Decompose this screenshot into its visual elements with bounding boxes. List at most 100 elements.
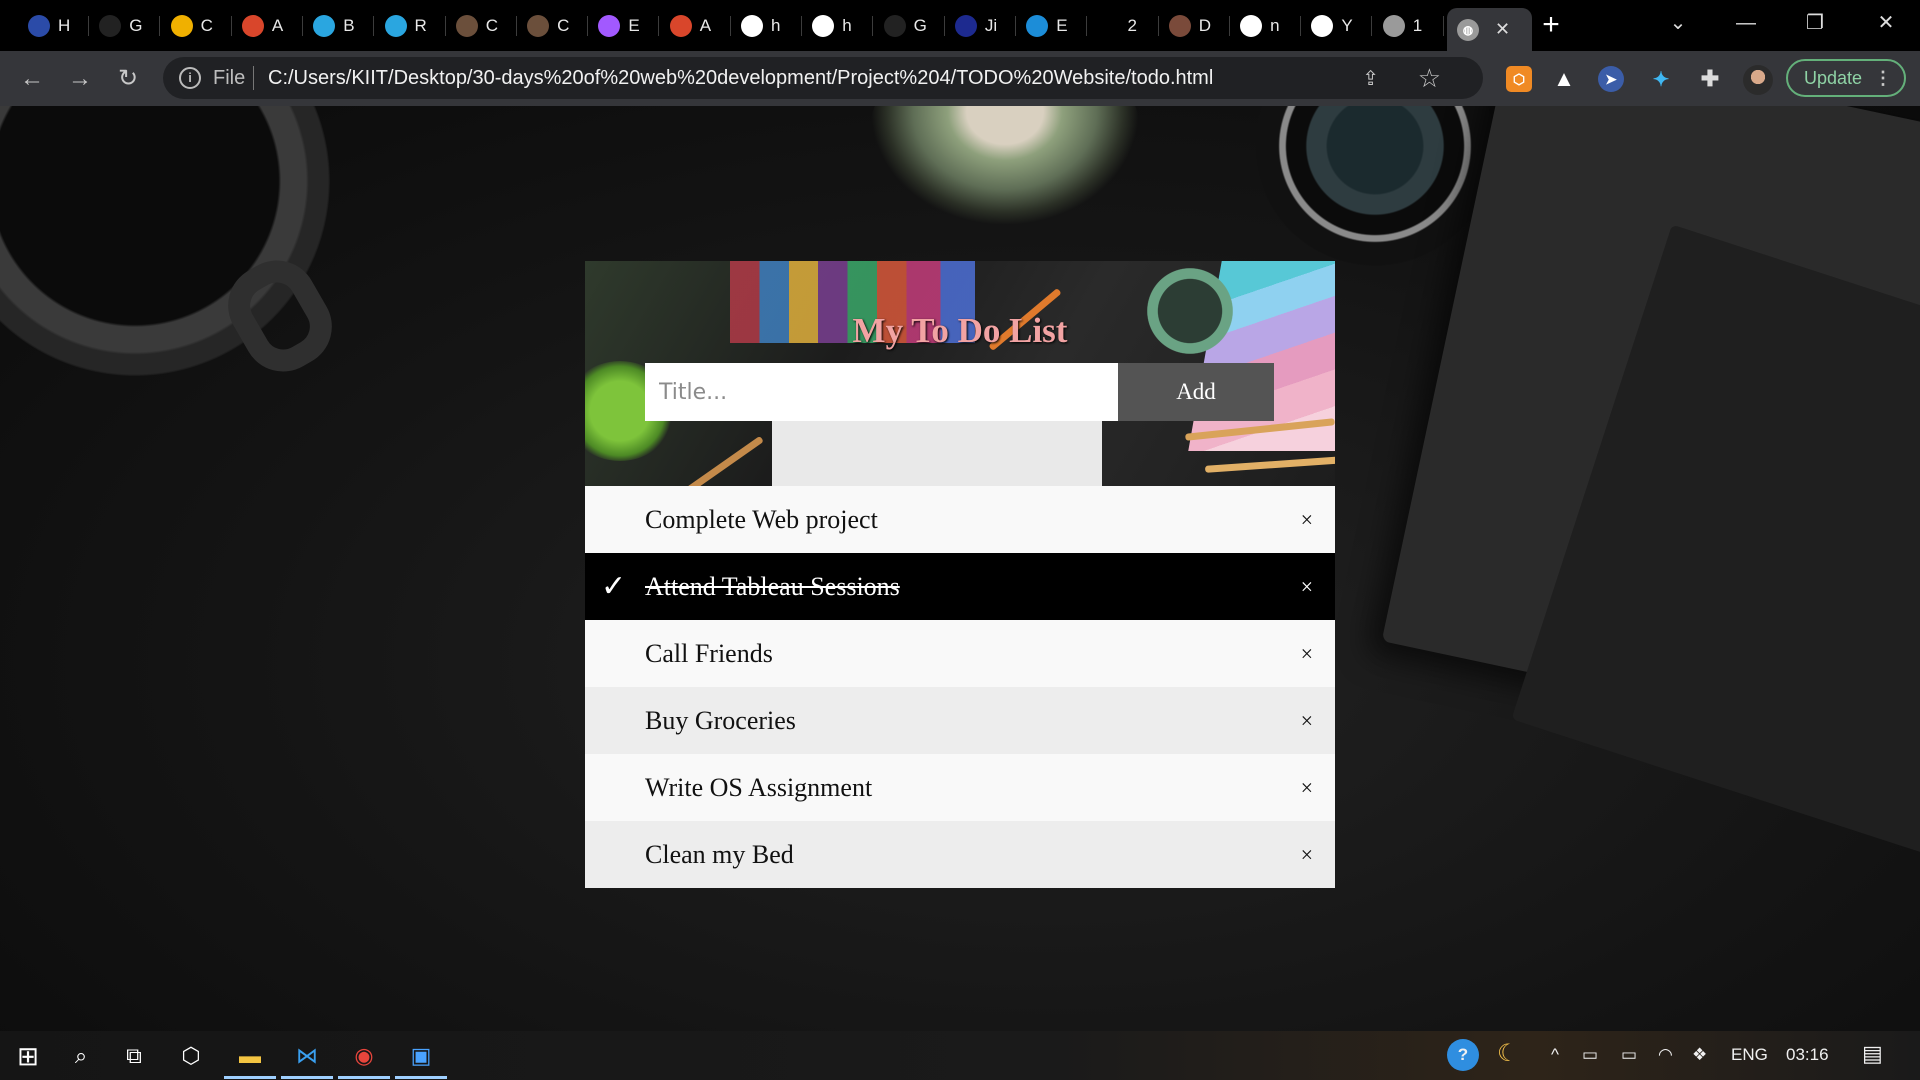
tab-title: R — [414, 16, 427, 35]
tab-title: h — [842, 16, 852, 35]
menu-dots-icon[interactable]: ⋮ — [1874, 61, 1892, 95]
github-icon — [741, 15, 763, 37]
restore-icon[interactable]: ❐ — [1795, 8, 1835, 38]
circle-icon — [1097, 15, 1120, 37]
close-window-icon[interactable]: ✕ — [1866, 8, 1906, 38]
dropbox-icon[interactable]: ❖ — [1692, 1045, 1707, 1065]
browser-tab[interactable]: 1 — [1373, 8, 1444, 44]
browser-tab[interactable]: D — [1159, 8, 1230, 44]
address-bar[interactable]: i File C:/Users/KIIT/Desktop/30-days%20o… — [163, 57, 1483, 99]
search-icon[interactable]: ⌕ — [65, 1040, 97, 1072]
header-pencil-2 — [1204, 456, 1335, 473]
new-tab-button[interactable]: + — [1535, 10, 1567, 42]
todo-item[interactable]: Clean my Bed × — [585, 821, 1335, 888]
title-input[interactable] — [645, 363, 1118, 421]
photos-icon[interactable]: ▣ — [405, 1040, 437, 1072]
profile-avatar[interactable] — [1743, 65, 1773, 95]
todo-header: My To Do List Add — [585, 261, 1335, 486]
browser-tab[interactable]: Ji — [945, 8, 1016, 44]
browser-tab[interactable]: G — [874, 8, 945, 44]
scheme-label: File — [213, 67, 246, 89]
browser-tab[interactable]: C — [161, 8, 232, 44]
add-button[interactable]: Add — [1118, 363, 1274, 421]
browser-tab[interactable]: C — [517, 8, 589, 44]
browser-tab[interactable]: h — [802, 8, 874, 44]
battery-icon[interactable]: ▭ — [1621, 1045, 1637, 1065]
app-icon — [28, 15, 50, 37]
todo-item[interactable]: Buy Groceries × — [585, 687, 1335, 754]
tab-title: D — [1198, 16, 1212, 35]
wifi-icon[interactable]: ◠ — [1658, 1045, 1673, 1065]
canva-icon — [313, 15, 336, 37]
display-icon[interactable]: ▭ — [1582, 1045, 1598, 1065]
github-icon — [1311, 15, 1334, 37]
puzzle-icon[interactable]: ✚ — [1697, 66, 1723, 92]
tab-title: Y — [1341, 16, 1353, 35]
browser-tab[interactable]: E — [1016, 8, 1088, 44]
windows-start-icon[interactable]: ⊞ — [12, 1040, 44, 1072]
delete-item-icon[interactable]: × — [1301, 687, 1313, 754]
browser-tab[interactable]: H — [18, 8, 89, 44]
browser-tab[interactable]: R — [375, 8, 446, 44]
tab-title: Ji — [984, 16, 998, 35]
notifications-icon[interactable]: ▤ — [1862, 1041, 1883, 1067]
minimize-icon[interactable]: — — [1726, 8, 1766, 38]
browser-tab[interactable]: G — [89, 8, 161, 44]
vscode-icon[interactable]: ⋈ — [291, 1040, 323, 1072]
file-explorer-icon[interactable]: ▬ — [234, 1040, 266, 1072]
triangle-extension-icon[interactable]: ▲ — [1551, 66, 1577, 92]
vscode-indicator — [281, 1076, 333, 1079]
weather-moon-icon[interactable]: ☾ — [1497, 1039, 1519, 1068]
cc-icon — [527, 15, 550, 37]
todo-item[interactable]: Call Friends × — [585, 620, 1335, 687]
delete-item-icon[interactable]: × — [1301, 553, 1313, 620]
browser-tab[interactable]: C — [446, 8, 517, 44]
cube-app-icon[interactable]: ⬡ — [175, 1040, 207, 1072]
todo-item-text: Call Friends — [645, 639, 773, 668]
tab-title: C — [200, 16, 213, 35]
header-pencil-3 — [686, 435, 764, 486]
cursor-extension-icon[interactable]: ➤ — [1598, 66, 1624, 92]
address-divider — [253, 66, 254, 90]
info-icon[interactable]: i — [179, 67, 201, 89]
task-view-icon[interactable]: ⧉ — [118, 1040, 150, 1072]
delete-item-icon[interactable]: × — [1301, 486, 1313, 553]
todo-item[interactable]: Write OS Assignment × — [585, 754, 1335, 821]
chrome-icon[interactable]: ◉ — [348, 1040, 380, 1072]
active-tab[interactable]: ◍ ✕ — [1447, 8, 1532, 51]
browser-tab[interactable]: E — [588, 8, 660, 44]
clock[interactable]: 03:16 — [1786, 1045, 1829, 1065]
todo-item-text: Clean my Bed — [645, 840, 794, 869]
browser-tab[interactable]: n — [1230, 8, 1302, 44]
browser-tab[interactable]: A — [232, 8, 303, 44]
tab-title: h — [771, 16, 781, 35]
todo-item[interactable]: ✓ Attend Tableau Sessions × — [585, 553, 1335, 620]
url-text[interactable]: C:/Users/KIIT/Desktop/30-days%20of%20web… — [268, 67, 1213, 90]
file-explorer-indicator — [224, 1076, 276, 1079]
browser-tab[interactable]: Y — [1301, 8, 1373, 44]
todo-item[interactable]: Complete Web project × — [585, 486, 1335, 553]
tab-search-icon[interactable]: ⌄ — [1658, 8, 1698, 38]
forward-icon[interactable]: → — [64, 63, 96, 95]
back-icon[interactable]: ← — [16, 63, 48, 95]
pin-extension-icon[interactable]: ✦ — [1648, 66, 1674, 92]
reload-icon[interactable]: ↻ — [112, 63, 144, 95]
browser-tab[interactable]: A — [660, 8, 731, 44]
page-title: My To Do List — [852, 311, 1068, 350]
browser-tab[interactable]: h — [731, 8, 802, 44]
tab-title: E — [628, 16, 640, 35]
close-tab-icon[interactable]: ✕ — [1495, 19, 1510, 40]
share-icon[interactable]: ⇪ — [1362, 66, 1379, 91]
show-hidden-icons[interactable]: ^ — [1551, 1045, 1559, 1065]
delete-item-icon[interactable]: × — [1301, 821, 1313, 888]
update-button[interactable]: Update ⋮ — [1786, 59, 1906, 97]
shield-extension-icon[interactable]: ⬡ — [1506, 66, 1532, 92]
browser-tab[interactable]: 2 — [1088, 8, 1159, 44]
figma-icon — [598, 15, 621, 37]
language-indicator[interactable]: ENG — [1731, 1045, 1768, 1065]
browser-tab[interactable]: B — [303, 8, 375, 44]
delete-item-icon[interactable]: × — [1301, 620, 1313, 687]
bookmark-star-icon[interactable]: ☆ — [1418, 63, 1441, 94]
delete-item-icon[interactable]: × — [1301, 754, 1313, 821]
help-icon[interactable]: ? — [1447, 1039, 1479, 1071]
